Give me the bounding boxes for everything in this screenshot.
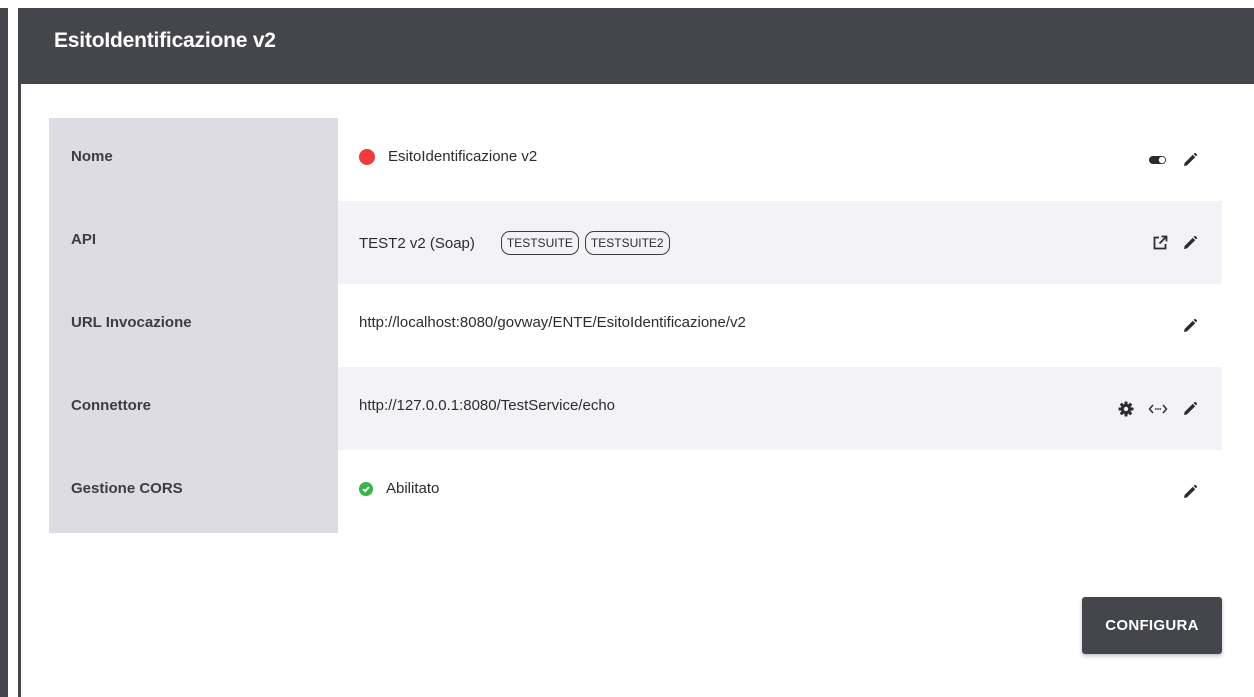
cors-value: Abilitato xyxy=(386,480,440,497)
check-circle-icon xyxy=(359,481,373,496)
code-arrows-icon[interactable] xyxy=(1148,403,1168,415)
row-value-cell: EsitoIdentificazione v2 xyxy=(338,118,1222,201)
row-actions xyxy=(1118,367,1198,450)
row-actions xyxy=(1182,450,1198,533)
pencil-icon[interactable] xyxy=(1182,484,1198,500)
row-value-cell: http://localhost:8080/govway/ENTE/EsitoI… xyxy=(338,284,1222,367)
row-value: http://localhost:8080/govway/ENTE/EsitoI… xyxy=(359,314,746,331)
nome-value: EsitoIdentificazione v2 xyxy=(388,148,538,165)
row-value-cell: Abilitato xyxy=(338,450,1222,533)
row-label: Gestione CORS xyxy=(71,480,183,497)
page-header: EsitoIdentificazione v2 xyxy=(18,8,1254,84)
row-label: API xyxy=(71,231,97,248)
row-actions xyxy=(1182,284,1198,367)
toggle-icon[interactable] xyxy=(1148,154,1168,166)
row-gestione-cors: Gestione CORS Abilitato xyxy=(49,450,1222,533)
row-api: API TEST2 v2 (Soap) TESTSUITE TESTSUITE2 xyxy=(49,201,1222,284)
page-title: EsitoIdentificazione v2 xyxy=(54,29,276,52)
row-label: URL Invocazione xyxy=(71,314,192,331)
row-actions xyxy=(1148,118,1198,201)
pencil-icon[interactable] xyxy=(1182,401,1198,417)
row-value: http://127.0.0.1:8080/TestService/echo xyxy=(359,397,615,414)
status-red-dot-icon xyxy=(359,148,375,165)
row-value: EsitoIdentificazione v2 xyxy=(359,148,537,165)
gear-icon[interactable] xyxy=(1118,401,1134,417)
configura-button[interactable]: CONFIGURA xyxy=(1082,597,1222,654)
row-url-invocazione: URL Invocazione http://localhost:8080/go… xyxy=(49,284,1222,367)
row-value-cell: TEST2 v2 (Soap) TESTSUITE TESTSUITE2 xyxy=(338,201,1222,284)
row-actions xyxy=(1152,201,1198,284)
row-value: TEST2 v2 (Soap) TESTSUITE TESTSUITE2 xyxy=(359,231,670,255)
tag-badge: TESTSUITE xyxy=(500,231,579,255)
row-value: Abilitato xyxy=(359,480,439,497)
row-value-cell: http://127.0.0.1:8080/TestService/echo xyxy=(338,367,1222,450)
pencil-icon[interactable] xyxy=(1182,235,1198,251)
pencil-icon[interactable] xyxy=(1182,318,1198,334)
connettore-value: http://127.0.0.1:8080/TestService/echo xyxy=(359,397,616,414)
pencil-icon[interactable] xyxy=(1182,152,1198,168)
api-value: TEST2 v2 (Soap) xyxy=(359,234,475,252)
row-connettore: Connettore http://127.0.0.1:8080/TestSer… xyxy=(49,367,1222,450)
window-frame-left xyxy=(0,0,8,697)
external-link-icon[interactable] xyxy=(1152,235,1168,251)
row-label: Connettore xyxy=(71,397,151,414)
row-label: Nome xyxy=(71,148,113,165)
row-nome: Nome EsitoIdentificazione v2 xyxy=(49,118,1222,201)
window-frame-top xyxy=(0,0,1254,8)
tag-badge: TESTSUITE2 xyxy=(584,231,670,255)
panel-edge xyxy=(18,84,21,697)
url-invocazione-value: http://localhost:8080/govway/ENTE/EsitoI… xyxy=(359,314,746,331)
